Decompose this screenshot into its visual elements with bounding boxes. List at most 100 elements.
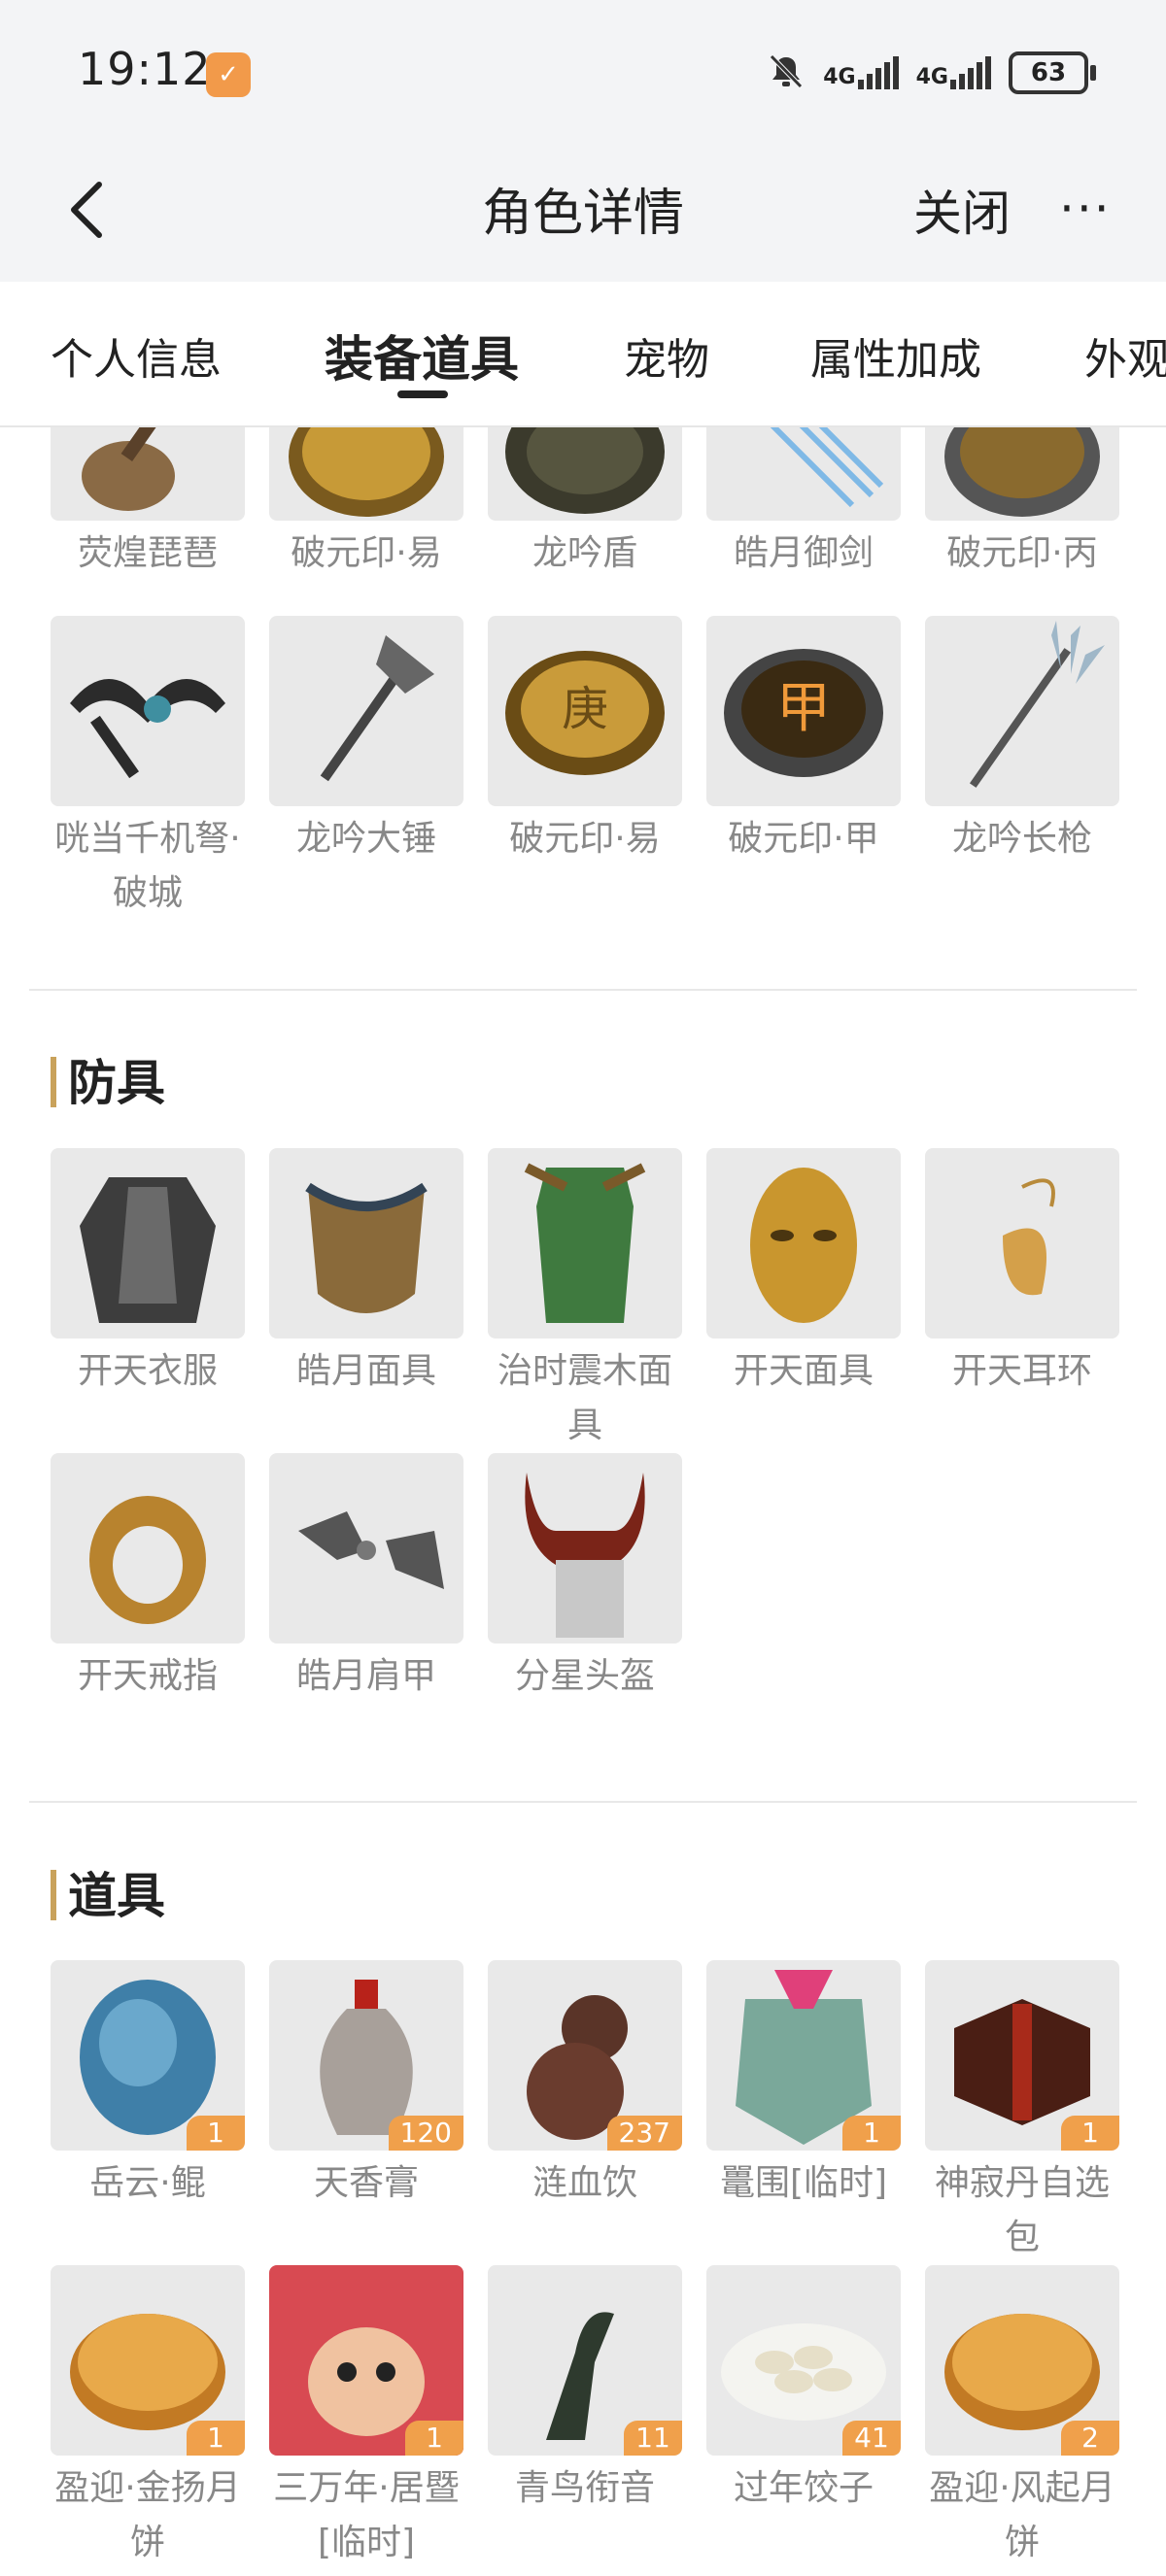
item-card[interactable]: 龙吟盾 [488, 427, 682, 635]
item-card[interactable]: 41 过年饺子 [706, 2265, 901, 2570]
count-badge: 41 [842, 2421, 901, 2456]
item-card[interactable]: 2 盈迎·风起月饼 [925, 2265, 1119, 2570]
item-card[interactable]: 分星头盔 [488, 1453, 682, 1758]
item-card[interactable]: 1 三万年·居暨[临时] [269, 2265, 463, 2570]
spear-icon [925, 616, 1119, 806]
weapons-grid-top: 荧煌琵琶 破元印·易 龙吟盾 皓月御剑 破元印·丙 [51, 427, 1119, 635]
mute-icon [767, 51, 806, 94]
item-name: 破元印·甲 [728, 819, 879, 859]
item-name: 鼍围[临时] [719, 2163, 888, 2203]
item-card[interactable]: 咣当千机弩·破城 [51, 616, 245, 921]
item-card[interactable]: 11 青鸟衔音 [488, 2265, 682, 2570]
seal-icon: 甲 [706, 616, 901, 806]
tab-appearance[interactable]: 外观 [1084, 324, 1166, 387]
jar-icon: 120 [269, 1960, 463, 2151]
item-name: 盈迎·风起月饼 [929, 2468, 1115, 2562]
count-badge: 1 [187, 2116, 245, 2151]
app-notification-icon: ✓ [206, 52, 251, 97]
dumplings-icon: 41 [706, 2265, 901, 2456]
item-name: 开天衣服 [77, 1351, 218, 1391]
item-card[interactable]: 120 天香膏 [269, 1960, 463, 2265]
mooncake-icon: 1 [51, 2265, 245, 2456]
count-badge: 1 [405, 2421, 463, 2456]
signal-icon: 4G [916, 56, 991, 89]
svg-text:甲: 甲 [776, 677, 831, 740]
item-card[interactable]: 庚 破元印·易 [488, 616, 682, 921]
item-card[interactable]: 1 盈迎·金扬月饼 [51, 2265, 245, 2570]
mask-icon [269, 1148, 463, 1339]
item-card[interactable]: 皓月面具 [269, 1148, 463, 1453]
item-card[interactable]: 甲 破元印·甲 [706, 616, 901, 921]
item-name: 神寂丹自选包 [934, 2163, 1110, 2257]
props-grid: 1 岳云·鲲 120 天香膏 237 涟血饮 1 鼍围[临时] 1 神寂丹自选包… [51, 1960, 1119, 2570]
count-badge: 2 [1061, 2421, 1119, 2456]
gold-mask-icon [706, 1148, 901, 1339]
item-card[interactable]: 破元印·易 [269, 427, 463, 635]
mooncake-icon: 2 [925, 2265, 1119, 2456]
armor-grid: 开天衣服 皓月面具 治时震木面具 开天面具 开天耳环 开天戒指 皓月肩甲 分星头… [51, 1148, 1119, 1758]
nav-header: 角色详情 关闭 ··· [0, 146, 1166, 282]
tab-equipment[interactable]: 装备道具 [325, 321, 519, 390]
section-accent [51, 1057, 56, 1107]
item-card[interactable]: 开天戒指 [51, 1453, 245, 1758]
pet-icon: 1 [269, 2265, 463, 2456]
tab-personal-info[interactable]: 个人信息 [51, 324, 222, 387]
item-card[interactable]: 1 鼍围[临时] [706, 1960, 901, 2265]
item-name: 治时震木面具 [497, 1351, 672, 1445]
earring-icon [925, 1148, 1119, 1339]
item-card[interactable]: 1 岳云·鲲 [51, 1960, 245, 2265]
close-button[interactable]: 关闭 [913, 165, 1011, 262]
count-badge: 1 [187, 2421, 245, 2456]
beast-icon: 1 [706, 1960, 901, 2151]
item-card[interactable]: 开天耳环 [925, 1148, 1119, 1453]
pipa-icon [51, 427, 245, 521]
item-card[interactable]: 1 神寂丹自选包 [925, 1960, 1119, 2265]
item-name: 开天面具 [733, 1351, 874, 1391]
count-badge: 1 [842, 2116, 901, 2151]
shield-icon [488, 427, 682, 521]
bird-whistle-icon: 11 [488, 2265, 682, 2456]
count-badge: 1 [1061, 2116, 1119, 2151]
more-options-button[interactable]: ··· [1059, 165, 1112, 253]
item-name: 皓月面具 [295, 1351, 436, 1391]
hammer-icon [269, 616, 463, 806]
item-name: 咣当千机弩·破城 [54, 819, 241, 913]
item-card[interactable]: 治时震木面具 [488, 1148, 682, 1453]
item-card[interactable]: 皓月御剑 [706, 427, 901, 635]
item-name: 龙吟长枪 [951, 819, 1092, 859]
flying-swords-icon [706, 427, 901, 521]
item-card[interactable]: 开天面具 [706, 1148, 901, 1453]
item-name: 天香膏 [313, 2163, 419, 2203]
shoulder-icon [269, 1453, 463, 1644]
item-card[interactable]: 破元印·丙 [925, 427, 1119, 635]
tab-bar: 个人信息 装备道具 宠物 属性加成 外观 [0, 282, 1166, 427]
tab-attributes[interactable]: 属性加成 [810, 324, 981, 387]
ring-icon [51, 1453, 245, 1644]
item-card[interactable]: 龙吟大锤 [269, 616, 463, 921]
item-card[interactable]: 开天衣服 [51, 1148, 245, 1453]
status-icons: 4G 4G 63 [767, 49, 1096, 97]
item-card[interactable]: 皓月肩甲 [269, 1453, 463, 1758]
item-name: 龙吟大锤 [295, 819, 436, 859]
item-name: 分星头盔 [514, 1656, 655, 1696]
tab-pets[interactable]: 宠物 [624, 324, 709, 387]
count-badge: 11 [624, 2421, 682, 2456]
gourd-icon: 237 [488, 1960, 682, 2151]
section-accent [51, 1870, 56, 1920]
signal-icon: 4G [823, 56, 899, 89]
section-title-armor: 防具 [51, 1054, 165, 1112]
item-card[interactable]: 237 涟血饮 [488, 1960, 682, 2265]
item-name: 青鸟衔音 [514, 2468, 655, 2508]
item-card[interactable]: 荧煌琵琶 [51, 427, 245, 635]
seal-icon [925, 427, 1119, 521]
content-area[interactable]: 荧煌琵琶 破元印·易 龙吟盾 皓月御剑 破元印·丙 咣当千机弩·破城 龙吟大锤 [0, 427, 1166, 2576]
weapons-grid: 咣当千机弩·破城 龙吟大锤 庚 破元印·易 甲 破元印·甲 龙吟长枪 [51, 616, 1119, 921]
svg-text:庚: 庚 [562, 682, 608, 736]
clock: 19:12 [78, 43, 212, 95]
item-card[interactable]: 龙吟长枪 [925, 616, 1119, 921]
helmet-icon [488, 1453, 682, 1644]
item-name: 盈迎·金扬月饼 [54, 2468, 241, 2562]
crossbow-icon [51, 616, 245, 806]
item-name: 过年饺子 [733, 2468, 874, 2508]
section-divider [29, 1801, 1137, 1803]
